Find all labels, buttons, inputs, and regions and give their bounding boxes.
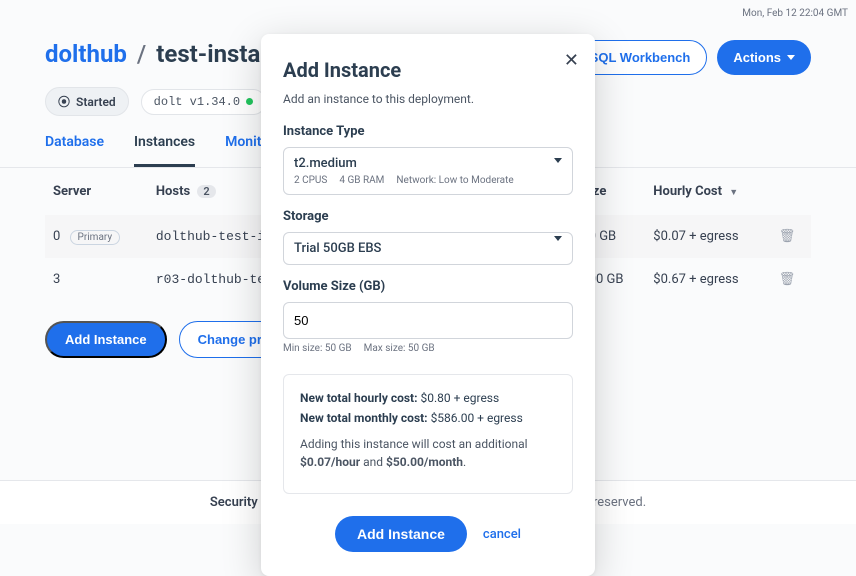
hourly-cost-label: New total hourly cost:: [300, 391, 418, 405]
chevron-down-icon: [554, 163, 562, 179]
monthly-cost-value: $586.00 + egress: [431, 411, 523, 425]
modal-cancel-link[interactable]: cancel: [483, 527, 521, 542]
modal-subtitle: Add an instance to this deployment.: [283, 92, 573, 106]
hint-max: Max size: 50 GB: [364, 343, 435, 354]
volume-size-input[interactable]: [283, 302, 573, 339]
storage-select[interactable]: Trial 50GB EBS: [283, 232, 573, 265]
spec-net: Network: Low to Moderate: [396, 175, 513, 186]
spec-cpu: 2 CPUS: [294, 175, 327, 186]
hourly-cost-value: $0.80 + egress: [420, 391, 499, 405]
modal-submit-button[interactable]: Add Instance: [335, 516, 467, 552]
hint-min: Min size: 50 GB: [283, 343, 352, 354]
instance-type-value: t2.medium: [294, 156, 562, 171]
instance-type-select[interactable]: t2.medium 2 CPUS 4 GB RAM Network: Low t…: [283, 147, 573, 195]
storage-value: Trial 50GB EBS: [294, 241, 562, 256]
cost-summary: New total hourly cost: $0.80 + egress Ne…: [283, 374, 573, 494]
monthly-cost-label: New total monthly cost:: [300, 411, 428, 425]
instance-type-label: Instance Type: [283, 124, 573, 139]
storage-label: Storage: [283, 209, 573, 224]
modal-title: Add Instance: [283, 58, 573, 82]
add-instance-modal: ✕ Add Instance Add an instance to this d…: [261, 34, 595, 576]
cost-extra-text: Adding this instance will cost an additi…: [300, 435, 556, 471]
volume-size-label: Volume Size (GB): [283, 279, 573, 294]
close-icon[interactable]: ✕: [564, 50, 579, 71]
chevron-down-icon: [554, 241, 562, 257]
spec-ram: 4 GB RAM: [339, 175, 384, 186]
